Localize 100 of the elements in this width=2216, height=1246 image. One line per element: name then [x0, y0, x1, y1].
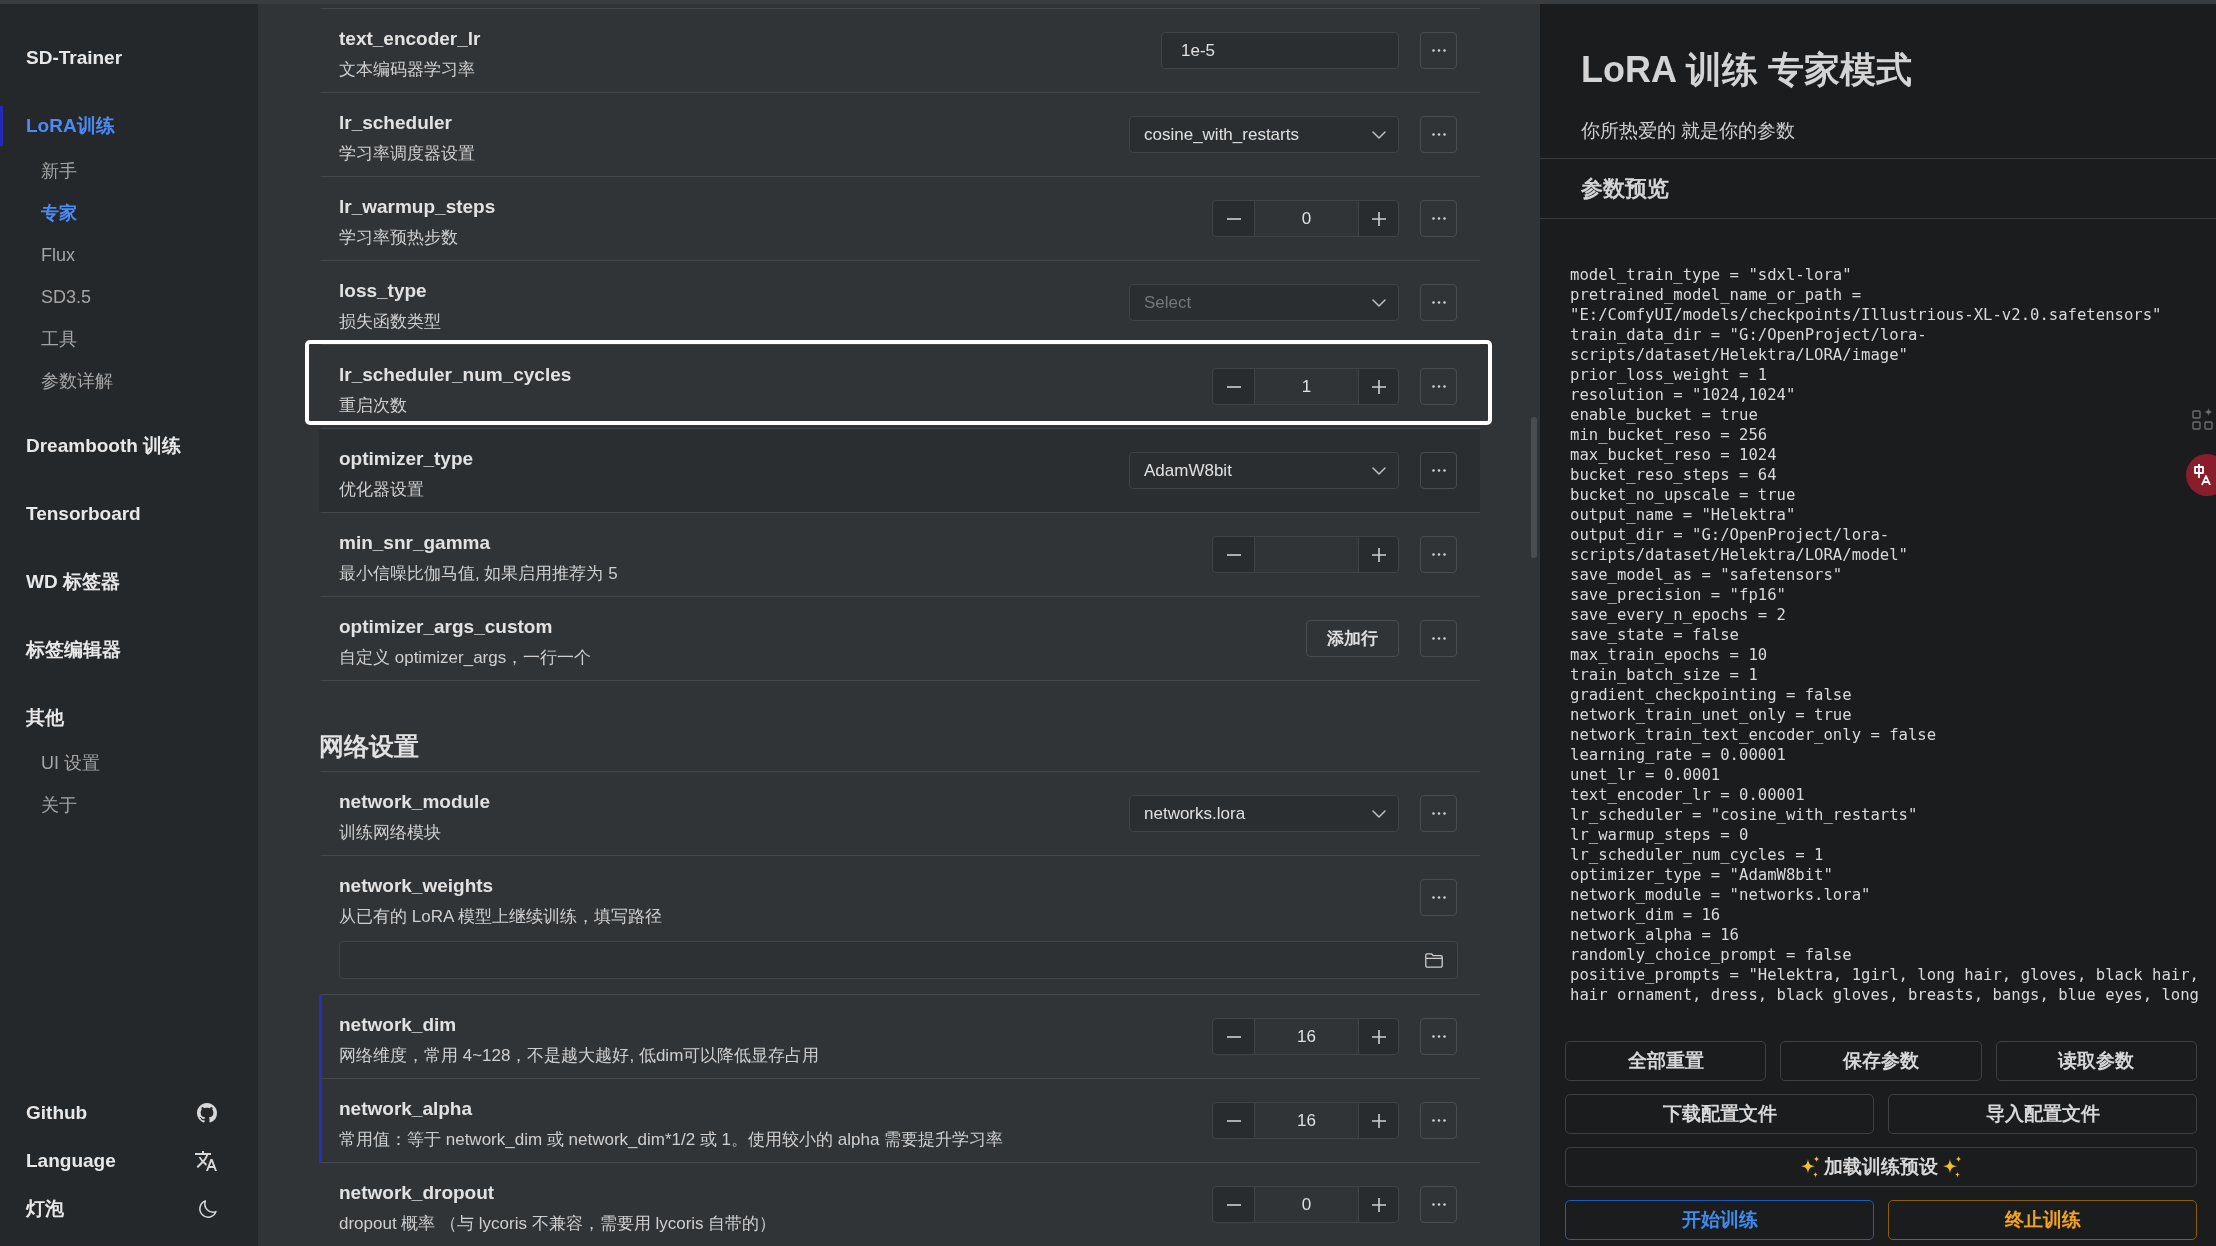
more-button[interactable]: [1420, 1018, 1457, 1055]
action-button[interactable]: 加载训练预设: [1565, 1147, 2197, 1187]
setting-description: 学习率调度器设置: [339, 143, 475, 165]
sidebar-subitem[interactable]: SD3.5: [41, 276, 92, 318]
more-button[interactable]: [1420, 452, 1457, 489]
sidebar-item[interactable]: 其他: [0, 698, 258, 738]
action-button[interactable]: 开始训练: [1565, 1200, 1874, 1240]
more-icon: [1431, 49, 1446, 52]
action-button[interactable]: 终止训练: [1888, 1200, 2197, 1240]
code-line: max_train_epochs = 10: [1570, 645, 1768, 665]
sidebar-subitem[interactable]: 参数详解: [41, 360, 113, 402]
moon-icon: [198, 1199, 217, 1219]
dropdown[interactable]: cosine_with_restarts: [1129, 116, 1399, 153]
scrollbar-thumb[interactable]: [1531, 417, 1537, 558]
sidebar-item[interactable]: Dreambooth 训练: [0, 426, 258, 466]
code-line: output_name = "Helektra": [1570, 505, 1796, 525]
setting-description: 重启次数: [339, 395, 407, 417]
code-line: network_dim = 16: [1570, 905, 1721, 925]
setting-name: network_dim: [339, 1013, 457, 1037]
more-button[interactable]: [1420, 32, 1457, 69]
code-line: optimizer_type = "AdamW8bit": [1570, 865, 1833, 885]
page-subtitle: 你所热爱的 就是你的参数: [1581, 119, 1796, 143]
decrement-button[interactable]: [1212, 1018, 1255, 1055]
action-button[interactable]: 全部重置: [1565, 1041, 1767, 1081]
path-field[interactable]: [339, 941, 1458, 979]
sidebar-subitem[interactable]: 关于: [41, 784, 77, 826]
sidebar-subitem[interactable]: 新手: [41, 150, 77, 192]
increment-button[interactable]: [1358, 200, 1399, 237]
code-line: text_encoder_lr = 0.00001: [1570, 785, 1805, 805]
more-button[interactable]: [1420, 284, 1457, 321]
apps-grid-icon[interactable]: [2192, 408, 2214, 430]
increment-button[interactable]: [1358, 368, 1399, 405]
setting-description: 优化器设置: [339, 479, 424, 501]
setting-name: network_module: [339, 790, 490, 814]
theme-toggle[interactable]: 灯泡: [26, 1185, 217, 1233]
page-title: LoRA 训练 专家模式: [1581, 48, 1912, 92]
code-line: bucket_reso_steps = 64: [1570, 465, 1777, 485]
dropdown[interactable]: networks.lora: [1129, 795, 1399, 832]
github-link[interactable]: Github: [26, 1089, 217, 1137]
increment-button[interactable]: [1358, 1018, 1399, 1055]
text-field[interactable]: 1e-5: [1161, 32, 1399, 69]
plus-icon: [1371, 379, 1386, 394]
more-button[interactable]: [1420, 116, 1457, 153]
more-button[interactable]: [1420, 1186, 1457, 1223]
setting-description: 自定义 optimizer_args，一行一个: [339, 647, 592, 669]
code-line: unet_lr = 0.0001: [1570, 765, 1721, 785]
more-icon: [1431, 812, 1446, 815]
language-link[interactable]: Language: [26, 1137, 217, 1185]
decrement-button[interactable]: [1212, 536, 1255, 573]
decrement-button[interactable]: [1212, 1186, 1255, 1223]
increment-button[interactable]: [1358, 536, 1399, 573]
decrement-button[interactable]: [1212, 368, 1255, 405]
setting-name: min_snr_gamma: [339, 531, 490, 555]
sidebar-subitem[interactable]: UI 设置: [41, 742, 100, 784]
setting-name: text_encoder_lr: [339, 27, 481, 51]
section-title: 参数预览: [1581, 175, 1669, 203]
sidebar-item[interactable]: 标签编辑器: [0, 630, 258, 670]
sidebar-subitem[interactable]: 工具: [41, 318, 77, 360]
action-button[interactable]: 保存参数: [1780, 1041, 1982, 1081]
more-button[interactable]: [1420, 368, 1457, 405]
setting-description: 从已有的 LoRA 模型上继续训练，填写路径: [339, 906, 663, 928]
setting-description: 常用值：等于 network_dim 或 network_dim*1/2 或 1。使用较小的 alpha 需要提升学习率: [339, 1129, 1004, 1151]
more-button[interactable]: [1420, 620, 1457, 657]
action-button[interactable]: 导入配置文件: [1888, 1094, 2197, 1134]
more-button[interactable]: [1420, 1102, 1457, 1139]
increment-button[interactable]: [1358, 1186, 1399, 1223]
more-icon: [1431, 469, 1446, 472]
sidebar-item[interactable]: WD 标签器: [0, 562, 258, 602]
translate-badge-icon[interactable]: [2186, 454, 2216, 496]
setting-name: optimizer_args_custom: [339, 615, 553, 639]
more-button[interactable]: [1420, 795, 1457, 832]
github-icon: [197, 1103, 217, 1123]
setting-name: lr_warmup_steps: [339, 195, 496, 219]
sidebar-item[interactable]: Tensorboard: [0, 494, 258, 534]
sidebar-subitem[interactable]: 专家: [41, 192, 77, 234]
increment-button[interactable]: [1358, 1102, 1399, 1139]
dropdown[interactable]: AdamW8bit: [1129, 452, 1399, 489]
code-line: lr_warmup_steps = 0: [1570, 825, 1749, 845]
code-line: scripts/dataset/Helektra/LORA/model": [1570, 545, 1908, 565]
code-line: "E:/ComfyUI/models/checkpoints/Illustrious-XL-v2.0.safetensors": [1570, 305, 2162, 325]
more-icon: [1431, 1035, 1446, 1038]
code-line: positive_prompts = "Helektra, 1girl, long hair, gloves, black hair,: [1570, 965, 2199, 985]
action-button[interactable]: 下载配置文件: [1565, 1094, 1874, 1134]
add-row-button[interactable]: 添加行: [1306, 620, 1399, 657]
code-line: gradient_checkpointing = false: [1570, 685, 1852, 705]
code-line: model_train_type = "sdxl-lora": [1570, 265, 1852, 285]
more-button[interactable]: [1420, 536, 1457, 573]
setting-name: optimizer_type: [339, 447, 474, 471]
plus-icon: [1371, 1029, 1386, 1044]
code-line: prior_loss_weight = 1: [1570, 365, 1768, 385]
app-title: SD-Trainer: [25, 46, 124, 70]
sidebar-subitem[interactable]: Flux: [41, 234, 75, 276]
setting-name: network_weights: [339, 874, 494, 898]
more-button[interactable]: [1420, 200, 1457, 237]
action-button[interactable]: 读取参数: [1995, 1041, 2197, 1081]
decrement-button[interactable]: [1212, 200, 1255, 237]
more-icon: [1431, 896, 1446, 899]
decrement-button[interactable]: [1212, 1102, 1255, 1139]
minus-icon: [1226, 385, 1241, 388]
more-button[interactable]: [1420, 879, 1457, 916]
